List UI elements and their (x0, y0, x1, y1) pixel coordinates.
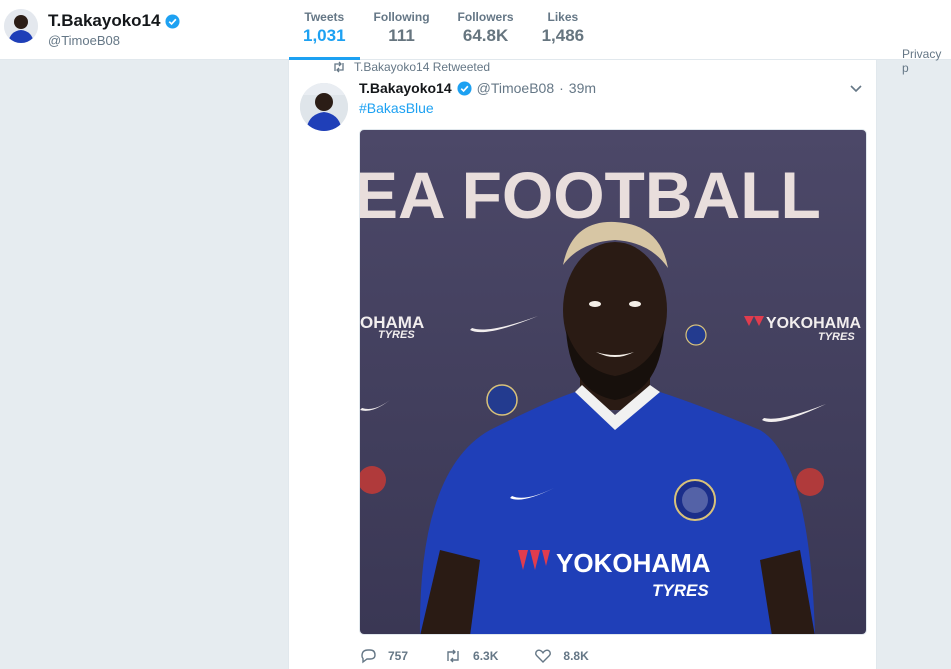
profile-handle[interactable]: @TimoeB08 (48, 33, 120, 48)
retweet-context-text[interactable]: T.Bakayoko14 Retweeted (354, 60, 490, 74)
shirt-sponsor-sub: TYRES (652, 581, 709, 600)
reply-count: 757 (388, 649, 409, 663)
stat-likes[interactable]: Likes 1,486 (528, 0, 599, 58)
shirt-sponsor: YOKOHAMA (556, 548, 711, 578)
stat-value: 1,031 (303, 26, 346, 45)
tweet-timestamp[interactable]: 39m (569, 80, 596, 96)
heart-icon (535, 649, 552, 663)
backdrop-sponsor-right: YOKOHAMA (766, 315, 862, 332)
stat-label: Following (373, 10, 430, 24)
tweet-author-avatar[interactable] (300, 83, 348, 131)
stat-value: 64.8K (462, 26, 509, 45)
tweet-actions: 757 6.3K 8.8K (359, 648, 625, 664)
retweet-context: T.Bakayoko14 Retweeted (332, 60, 490, 74)
profile-stats: Tweets 1,031 Following 111 Followers 64.… (289, 0, 598, 60)
tweet-separator: · (559, 80, 564, 96)
profile-header-bar: T.Bakayoko14 @TimoeB08 Tweets 1,031 Foll… (0, 0, 951, 60)
stat-label: Tweets (304, 10, 345, 24)
like-count: 8.8K (563, 649, 589, 663)
tweet-hashtag[interactable]: #BakasBlue (359, 100, 434, 116)
stat-label: Followers (457, 10, 514, 24)
like-button[interactable]: 8.8K (534, 648, 589, 664)
stat-tweets[interactable]: Tweets 1,031 (289, 0, 360, 60)
stat-followers[interactable]: Followers 64.8K (444, 0, 528, 58)
tweet-header: T.Bakayoko14 @TimoeB08 · 39m (359, 80, 596, 96)
tweet-author-handle[interactable]: @TimoeB08 (477, 80, 555, 96)
retweet-icon (447, 649, 459, 663)
reply-button[interactable]: 757 (359, 648, 408, 664)
verified-badge-icon (457, 80, 472, 96)
stat-following[interactable]: Following 111 (360, 0, 444, 58)
retweet-count: 6.3K (473, 649, 499, 663)
tweet-author-name[interactable]: T.Bakayoko14 (359, 80, 452, 96)
photo-illustration: EA FOOTBALL OHAMA TYRES YOKOHAMA TYRES Y… (360, 158, 862, 634)
timeline: T.Bakayoko14 Retweeted T.Bakayoko14 @Tim… (288, 60, 877, 669)
profile-name[interactable]: T.Bakayoko14 (48, 11, 180, 31)
profile-name-text[interactable]: T.Bakayoko14 (48, 11, 160, 31)
tweet-photo[interactable]: EA FOOTBALL OHAMA TYRES YOKOHAMA TYRES Y… (359, 129, 867, 635)
stat-value: 1,486 (541, 26, 585, 45)
privacy-link[interactable]: Privacy p (902, 47, 951, 75)
backdrop-sponsor-right-sub: TYRES (818, 331, 855, 343)
reply-icon (361, 649, 376, 664)
retweet-button[interactable]: 6.3K (444, 648, 498, 664)
verified-badge-icon (165, 13, 180, 29)
backdrop-sponsor-left-sub: TYRES (378, 329, 415, 341)
stat-label: Likes (547, 10, 579, 24)
backdrop-text: EA FOOTBALL (360, 158, 821, 232)
stat-value: 111 (388, 26, 415, 45)
chevron-down-icon[interactable] (850, 84, 862, 94)
retweet-icon (334, 61, 344, 73)
profile-avatar[interactable] (4, 9, 38, 43)
